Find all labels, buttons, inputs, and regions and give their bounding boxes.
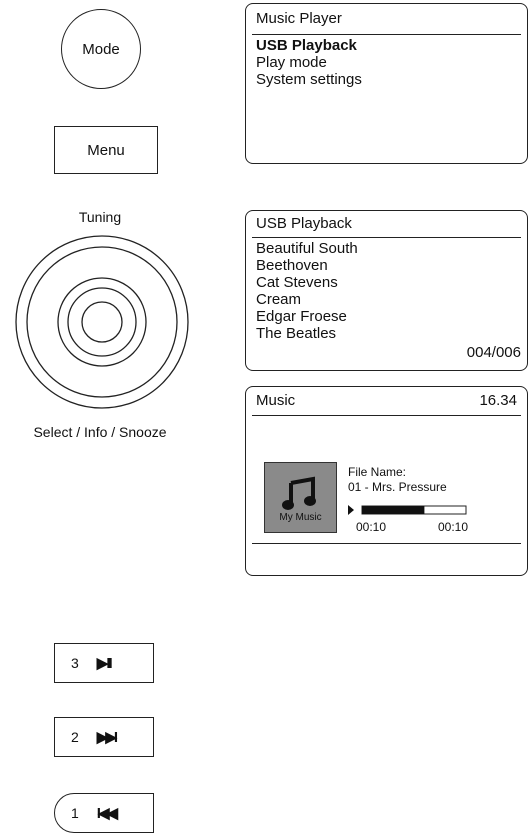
menu-button[interactable]: Menu [54,126,158,174]
mode-label: Mode [82,40,120,58]
clock-time: 16.34 [479,392,517,409]
list-item[interactable]: Beethoven [246,257,527,274]
album-art: My Music [264,462,337,533]
usb-playback-screen: USB Playback Beautiful South Beethoven C… [245,210,528,371]
music-player-screen: Music Player USB Playback Play mode Syst… [245,3,528,164]
menu-item-system-settings[interactable]: System settings [246,71,527,88]
playback-progress [348,505,467,515]
list-item[interactable]: Beautiful South [246,240,527,257]
knob-inner-ring [57,277,147,367]
elapsed-time: 00:10 [356,520,387,534]
title-divider [252,415,521,416]
select-info-snooze-label: Select / Info / Snooze [33,424,167,440]
list-item[interactable]: Cream [246,291,527,308]
title-divider [252,34,521,35]
knob-ring-2 [67,287,137,357]
bottom-divider [252,543,521,544]
previous-track-key[interactable]: 1 I◀◀ [54,793,154,833]
next-track-key[interactable]: 2 ▶▶I [54,717,154,757]
menu-label: Menu [87,141,125,159]
menu-item-play-mode[interactable]: Play mode [246,54,527,71]
tuning-label: Tuning [78,209,122,225]
progress-fill [362,506,425,514]
now-playing-screen: Music 16.34 My Music File Name: 01 - Mrs… [245,386,528,576]
music-note-icon [281,476,316,510]
list-item[interactable]: Cat Stevens [246,274,527,291]
next-track-icon: ▶▶I [96,729,118,746]
knob-center [81,301,123,343]
screen-title: Music Player [256,10,342,27]
key-number: 3 [71,655,79,671]
key-number: 2 [71,729,79,745]
title-divider [252,237,521,238]
menu-item-usb-playback[interactable]: USB Playback [246,37,527,54]
previous-track-icon: I◀◀ [96,805,118,822]
screen-title: USB Playback [256,215,352,232]
list-item[interactable]: Edgar Froese [246,308,527,325]
list-item[interactable]: The Beatles [246,325,527,342]
file-name-label: File Name: [348,465,407,479]
key-number: 1 [71,805,79,821]
tuning-knob[interactable] [12,232,192,412]
play-pause-icon: ▶II [96,655,113,672]
knob-outer-ring [15,235,189,409]
album-label: My Music [279,512,322,523]
track-counter: 004/006 [466,344,521,361]
mode-button[interactable]: Mode [61,9,141,89]
knob-ring [26,246,178,398]
play-indicator-icon [348,505,354,515]
play-pause-key[interactable]: 3 ▶II [54,643,154,683]
file-name: 01 - Mrs. Pressure [348,480,447,494]
total-time: 00:10 [438,520,469,534]
